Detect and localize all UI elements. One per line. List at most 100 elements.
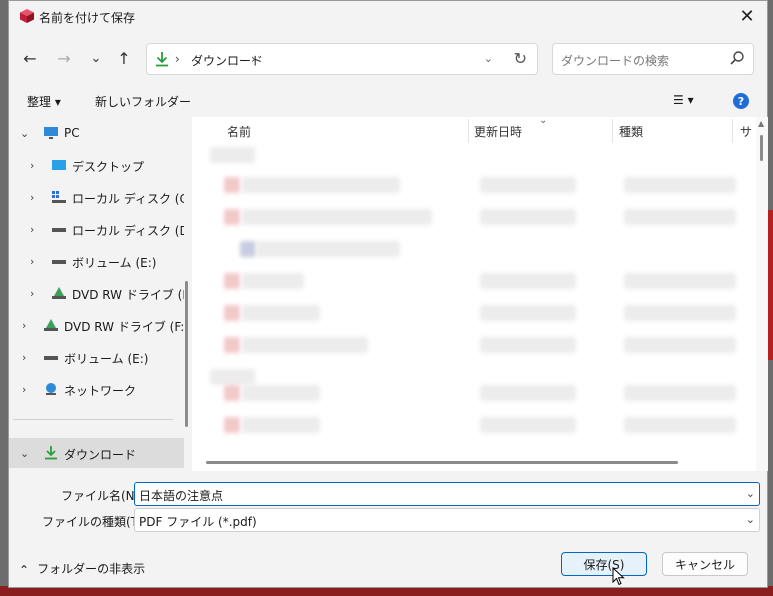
drive-icon <box>44 356 58 360</box>
close-button[interactable]: ✕ <box>727 1 767 31</box>
table-row[interactable] <box>242 273 304 289</box>
recent-locations-button[interactable]: ⌄ <box>85 47 107 69</box>
download-icon <box>156 52 168 67</box>
scroll-up-arrow-icon[interactable]: ▲ <box>758 119 764 128</box>
save-button[interactable]: 保存(S) <box>561 552 647 576</box>
cancel-button[interactable]: キャンセル <box>662 552 748 576</box>
hide-folders-toggle[interactable]: ⌃ フォルダーの非表示 <box>19 559 145 578</box>
expand-chevron-icon[interactable]: › <box>22 383 26 396</box>
file-list-horizontal-scrollbar[interactable] <box>206 461 678 464</box>
filename-dropdown-chevron-icon[interactable]: ⌄ <box>746 487 755 500</box>
sidebar-item-local-disk-d[interactable]: › ローカル ディスク (D:) <box>9 214 184 244</box>
column-divider[interactable] <box>612 119 613 143</box>
table-row[interactable] <box>624 209 736 225</box>
table-row[interactable] <box>210 147 255 163</box>
sidebar-item-dvd-drive-root[interactable]: › DVD RW ドライブ (F:) E <box>9 310 184 340</box>
table-row[interactable] <box>480 417 576 433</box>
download-icon <box>45 446 57 460</box>
sidebar-item-label: ネットワーク <box>64 384 137 398</box>
new-folder-button[interactable]: 新しいフォルダー <box>95 93 191 110</box>
sidebar-item-label: ボリューム (E:) <box>64 352 149 366</box>
table-row[interactable] <box>624 337 736 353</box>
column-header-type[interactable]: 種類 <box>619 123 643 140</box>
table-row[interactable] <box>624 177 736 193</box>
help-icon[interactable]: ? <box>733 93 749 109</box>
search-icon[interactable] <box>729 50 745 66</box>
up-button[interactable]: ↑ <box>113 47 135 69</box>
expand-chevron-icon[interactable]: › <box>30 159 34 172</box>
sidebar-item-dvd-drive[interactable]: › DVD RW ドライブ (F:) <box>9 278 184 308</box>
search-box[interactable]: ダウンロードの検索 <box>552 43 754 75</box>
filetype-dropdown-chevron-icon[interactable]: ⌄ <box>746 513 755 526</box>
filetype-select[interactable]: PDF ファイル (*.pdf) ⌄ <box>134 508 760 532</box>
expand-chevron-icon[interactable]: › <box>22 351 26 364</box>
filename-input[interactable]: 日本語の注意点 ⌄ <box>134 482 760 506</box>
file-icon <box>224 385 240 401</box>
table-row[interactable] <box>256 241 400 257</box>
back-button[interactable]: ← <box>19 47 41 69</box>
organize-menu[interactable]: 整理 ▾ <box>27 93 61 110</box>
table-row[interactable] <box>624 417 736 433</box>
expand-chevron-icon[interactable]: › <box>30 191 34 204</box>
table-row[interactable] <box>242 337 368 353</box>
filename-label: ファイル名(N): <box>61 489 144 503</box>
search-placeholder: ダウンロードの検索 <box>561 54 670 68</box>
expand-chevron-icon[interactable]: › <box>30 287 34 300</box>
monitor-icon <box>44 127 58 139</box>
expand-chevron-icon[interactable]: › <box>30 255 34 268</box>
expand-chevron-icon[interactable]: ⌄ <box>20 447 29 460</box>
table-row[interactable] <box>480 273 576 289</box>
sidebar-item-label: PC <box>64 126 80 140</box>
file-list-vertical-scrollbar[interactable]: ▲ <box>756 117 768 471</box>
table-row[interactable] <box>242 177 400 193</box>
sidebar-item-volume-e[interactable]: › ボリューム (E:) <box>9 246 184 276</box>
sidebar-item-local-disk-c[interactable]: › ローカル ディスク (C:) <box>9 182 184 212</box>
table-row[interactable] <box>480 385 576 401</box>
table-row[interactable] <box>624 305 736 321</box>
column-header-modified[interactable]: 更新日時 <box>474 123 522 140</box>
file-icon <box>224 417 240 433</box>
table-row[interactable] <box>480 177 576 193</box>
sidebar-item-label: ローカル ディスク (C:) <box>72 192 184 206</box>
column-divider[interactable] <box>732 119 733 143</box>
address-history-chevron-icon[interactable]: ⌄ <box>484 52 493 65</box>
filetype-value: PDF ファイル (*.pdf) <box>139 515 257 529</box>
table-row[interactable] <box>242 209 432 225</box>
filename-value[interactable]: 日本語の注意点 <box>139 487 223 504</box>
sidebar-divider <box>13 419 173 420</box>
sidebar-item-volume-e-root[interactable]: › ボリューム (E:) <box>9 342 184 372</box>
table-row[interactable] <box>242 417 320 433</box>
table-row[interactable] <box>242 385 320 401</box>
forward-button[interactable]: → <box>53 47 75 69</box>
table-row[interactable] <box>210 369 255 385</box>
file-list-scroll-thumb[interactable] <box>760 135 763 161</box>
expand-chevron-icon[interactable]: › <box>22 319 26 332</box>
column-header-name[interactable]: 名前 <box>227 123 251 140</box>
expand-chevron-icon[interactable]: › <box>30 223 34 236</box>
breadcrumb-separator[interactable]: › <box>251 52 256 66</box>
column-divider[interactable] <box>468 119 469 143</box>
navigation-pane: ⌄ PC › デスクトップ › ローカル ディスク (C:) › ローカル ディ… <box>9 117 184 471</box>
column-header-size[interactable]: サ <box>740 123 752 140</box>
sidebar-item-downloads[interactable]: ⌄ ダウンロード <box>9 438 184 468</box>
table-row[interactable] <box>480 209 576 225</box>
table-row[interactable] <box>242 305 320 321</box>
sidebar-item-label: ボリューム (E:) <box>72 256 157 270</box>
table-row[interactable] <box>624 385 736 401</box>
sidebar-item-desktop[interactable]: › デスクトップ <box>9 150 184 180</box>
dvd-icon <box>44 319 58 331</box>
refresh-button[interactable]: ↻ <box>514 49 527 68</box>
expand-chevron-icon[interactable]: ⌄ <box>20 127 29 140</box>
sidebar-scroll-thumb[interactable] <box>185 281 188 427</box>
sidebar-item-network[interactable]: › ネットワーク <box>9 374 184 404</box>
table-row[interactable] <box>480 337 576 353</box>
sidebar-scrollbar[interactable] <box>184 117 190 471</box>
dvd-icon <box>52 287 66 299</box>
view-options-button[interactable]: ☰ ▾ <box>673 93 694 107</box>
table-row[interactable] <box>480 305 576 321</box>
sidebar-item-pc[interactable]: ⌄ PC <box>9 118 184 148</box>
table-row[interactable] <box>624 273 736 289</box>
file-icon <box>224 273 240 289</box>
address-bar[interactable]: › ダウンロード › ⌄ ↻ <box>146 43 538 75</box>
app-cube-icon <box>20 9 34 23</box>
